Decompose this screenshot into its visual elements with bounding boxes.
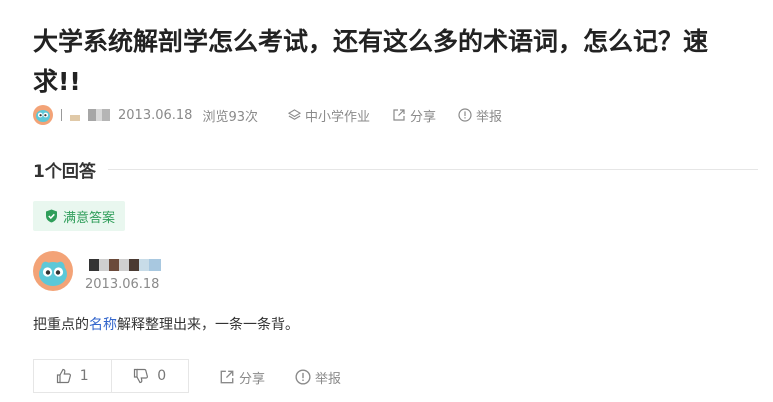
share-arrow-icon — [220, 370, 234, 384]
question-share-button[interactable]: 分享 — [392, 106, 436, 125]
question-meta: 2013.06.18 浏览93次 中小学作业 分享 举报 — [33, 104, 524, 126]
dislike-button[interactable]: 0 — [112, 360, 189, 392]
share-label: 分享 — [239, 371, 266, 387]
answers-count: 1个回答 — [33, 161, 96, 182]
report-label: 举报 — [476, 109, 503, 125]
answers-header: 1个回答 — [33, 156, 758, 182]
report-label: 举报 — [315, 371, 342, 387]
category-label: 中小学作业 — [304, 109, 370, 125]
layers-icon — [287, 108, 301, 120]
exclamation-circle-icon — [458, 108, 472, 122]
question-date: 2013.06.18 — [118, 107, 193, 123]
share-arrow-icon — [393, 109, 405, 121]
answer-actions: 分享 举报 — [219, 367, 371, 387]
share-label: 分享 — [410, 109, 437, 125]
owl-face-icon — [36, 110, 50, 122]
best-answer-badge: 满意答案 — [33, 201, 126, 231]
answer-content: 把重点的名称解释整理出来，一条一条背。 — [33, 314, 299, 336]
question-views: 浏览93次 — [202, 109, 258, 125]
thumbs-up-icon — [56, 368, 71, 384]
answer-text-part: 解释整理出来，一条一条背。 — [117, 317, 299, 333]
asker-name-redacted[interactable] — [70, 108, 110, 122]
answerer-avatar[interactable] — [33, 251, 73, 291]
exclamation-circle-icon — [295, 369, 311, 385]
answer-share-button[interactable]: 分享 — [219, 368, 265, 387]
question-title: 大学系统解剖学怎么考试，还有这么多的术语词，怎么记？速求!! — [33, 27, 709, 96]
answer-date: 2013.06.18 — [85, 277, 160, 292]
asker-avatar[interactable] — [33, 105, 53, 125]
answer-report-button[interactable]: 举报 — [295, 368, 341, 387]
header-divider — [107, 168, 758, 170]
meta-separator — [61, 109, 62, 121]
thumbs-down-icon — [134, 368, 149, 384]
vote-box: 1 0 — [33, 359, 189, 393]
like-count: 1 — [79, 368, 89, 384]
category-link[interactable]: 中小学作业 — [287, 106, 370, 125]
answerer-name-redacted[interactable] — [89, 259, 161, 271]
answer-text-part: 把重点的 — [33, 317, 89, 333]
shield-check-icon — [46, 209, 57, 223]
owl-face-icon — [39, 261, 67, 286]
keyword-link[interactable]: 名称 — [89, 317, 117, 333]
dislike-count: 0 — [157, 368, 167, 384]
best-answer-label: 满意答案 — [63, 210, 116, 226]
like-button[interactable]: 1 — [34, 360, 111, 392]
question-report-button[interactable]: 举报 — [458, 106, 502, 125]
